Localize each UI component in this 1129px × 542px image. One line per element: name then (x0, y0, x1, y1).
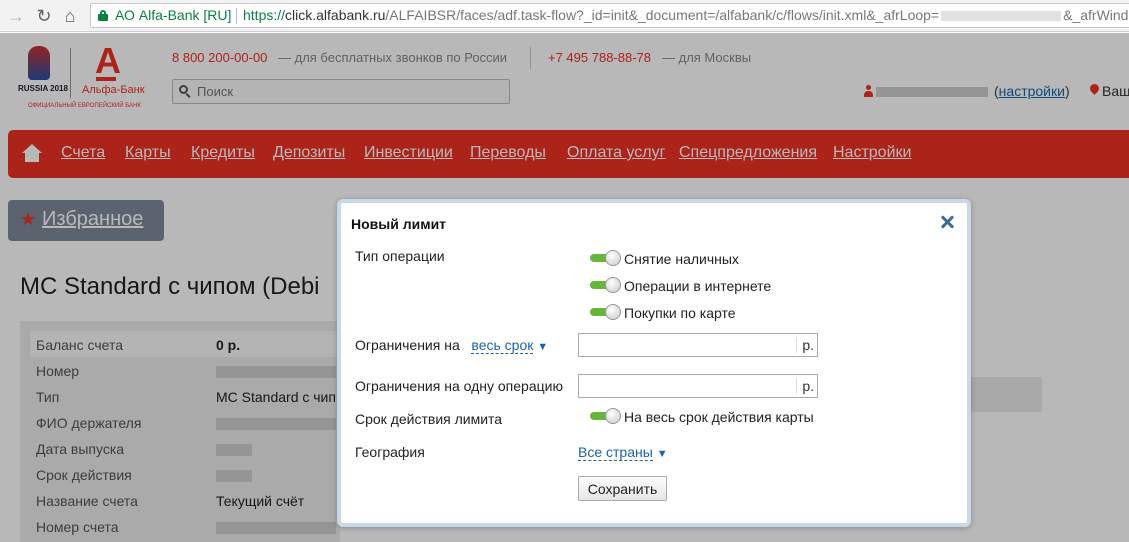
validity-value: На весь срок действия карты (624, 409, 814, 425)
chevron-down-icon: ▼ (656, 448, 668, 460)
validity-label: Срок действия лимита (355, 411, 503, 427)
dialog-title: Новый лимит (351, 216, 447, 232)
limit-period-dropdown[interactable]: весь срок (471, 337, 534, 354)
per-op-label: Ограничения на одну операцию (355, 378, 563, 394)
op-type-purchases: Покупки по карте (624, 305, 736, 321)
browser-toolbar: → ↻ ⌂ АО Alfa-Bank [RU] https://click.al… (0, 0, 1129, 32)
reload-icon[interactable]: ↻ (32, 4, 56, 28)
save-button[interactable]: Сохранить (578, 476, 667, 501)
op-type-label: Тип операции (355, 248, 445, 264)
toggle-cash-withdrawal[interactable] (590, 250, 622, 266)
limit-period-label: Ограничения на (355, 337, 460, 353)
address-bar[interactable]: АО Alfa-Bank [RU] https://click.alfabank… (90, 3, 1129, 28)
per-op-input[interactable] (581, 377, 791, 395)
op-type-internet: Операции в интернете (624, 278, 772, 294)
toggle-validity[interactable] (590, 408, 622, 424)
per-op-field[interactable]: р. (578, 374, 818, 398)
geo-label: География (355, 444, 425, 460)
toggle-card-purchases[interactable] (590, 304, 622, 320)
new-limit-dialog: Новый лимит Тип операции Снятие наличных… (337, 199, 971, 527)
currency-unit: р. (802, 337, 814, 353)
certificate-name: АО Alfa-Bank [RU] (115, 7, 232, 23)
limit-period-input[interactable] (581, 336, 791, 354)
geo-dropdown-wrap: Все страны ▼ (578, 444, 668, 461)
home-icon[interactable]: ⌂ (58, 4, 82, 28)
url-text: https://click.alfabank.ru/ALFAIBSR/faces… (243, 7, 1129, 23)
geo-dropdown[interactable]: Все страны (578, 444, 653, 461)
toggle-internet-ops[interactable] (590, 277, 622, 293)
close-icon[interactable] (938, 213, 956, 231)
lock-icon (98, 10, 108, 21)
limit-period-field[interactable]: р. (578, 333, 818, 357)
op-type-cash: Снятие наличных (624, 251, 739, 267)
currency-unit: р. (802, 378, 814, 394)
back-arrow-icon[interactable]: → (4, 4, 28, 28)
chevron-down-icon: ▼ (537, 341, 549, 353)
limit-period-label-wrap: Ограничения на весь срок ▼ (355, 337, 549, 354)
